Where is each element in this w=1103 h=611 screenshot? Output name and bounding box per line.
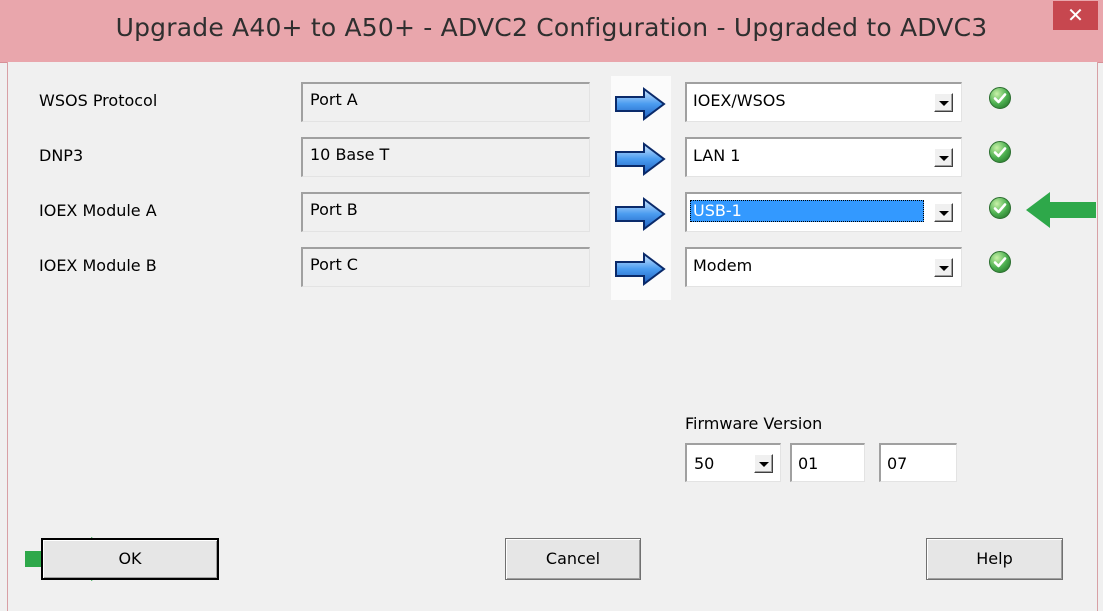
firmware-version-label: Firmware Version [685, 414, 823, 433]
title-bar: Upgrade A40+ to A50+ - ADVC2 Configurati… [0, 0, 1103, 63]
firmware-patch-input[interactable]: 07 [879, 443, 957, 482]
target-select-value: IOEX/WSOS [693, 91, 786, 110]
firmware-major-value: 50 [694, 454, 715, 473]
close-button[interactable]: ✕ [1053, 1, 1098, 30]
chevron-down-icon[interactable] [934, 148, 953, 167]
row-label-ioex-module-b: IOEX Module B [39, 256, 157, 275]
right-arrow-icon [615, 87, 666, 121]
check-icon [989, 141, 1011, 163]
cancel-button[interactable]: Cancel [505, 538, 641, 580]
check-icon [989, 197, 1011, 219]
target-select-value: USB-1 [690, 200, 924, 222]
source-field-dnp3: 10 Base T [301, 137, 590, 177]
window-title: Upgrade A40+ to A50+ - ADVC2 Configurati… [115, 13, 988, 42]
firmware-minor-input[interactable]: 01 [790, 443, 865, 482]
row-label-dnp3: DNP3 [39, 146, 84, 165]
right-arrow-icon [615, 252, 666, 286]
target-select-value: Modem [693, 256, 753, 275]
chevron-down-icon[interactable] [934, 203, 953, 222]
check-icon [989, 251, 1011, 273]
close-icon: ✕ [1067, 3, 1084, 27]
source-field-ioex-module-a: Port B [301, 192, 590, 232]
target-select-ioex-module-b[interactable]: Modem [685, 247, 962, 287]
right-arrow-icon [615, 197, 666, 231]
source-field-wsos-protocol: Port A [301, 82, 590, 122]
row-label-wsos-protocol: WSOS Protocol [39, 91, 158, 110]
target-select-wsos-protocol[interactable]: IOEX/WSOS [685, 82, 962, 122]
ok-button[interactable]: OK [41, 538, 219, 580]
firmware-major-select[interactable]: 50 [685, 443, 781, 482]
right-arrow-icon [615, 142, 666, 176]
row-label-ioex-module-a: IOEX Module A [39, 201, 157, 220]
chevron-down-icon[interactable] [934, 258, 953, 277]
source-field-ioex-module-b: Port C [301, 247, 590, 287]
annotation-arrow-left-icon [1026, 192, 1096, 228]
check-icon [989, 87, 1011, 109]
chevron-down-icon[interactable] [934, 93, 953, 112]
target-select-value: LAN 1 [693, 146, 741, 165]
target-select-dnp3[interactable]: LAN 1 [685, 137, 962, 177]
help-button[interactable]: Help [926, 538, 1063, 580]
target-select-ioex-module-a[interactable]: USB-1 [685, 192, 962, 232]
chevron-down-icon[interactable] [754, 454, 773, 473]
